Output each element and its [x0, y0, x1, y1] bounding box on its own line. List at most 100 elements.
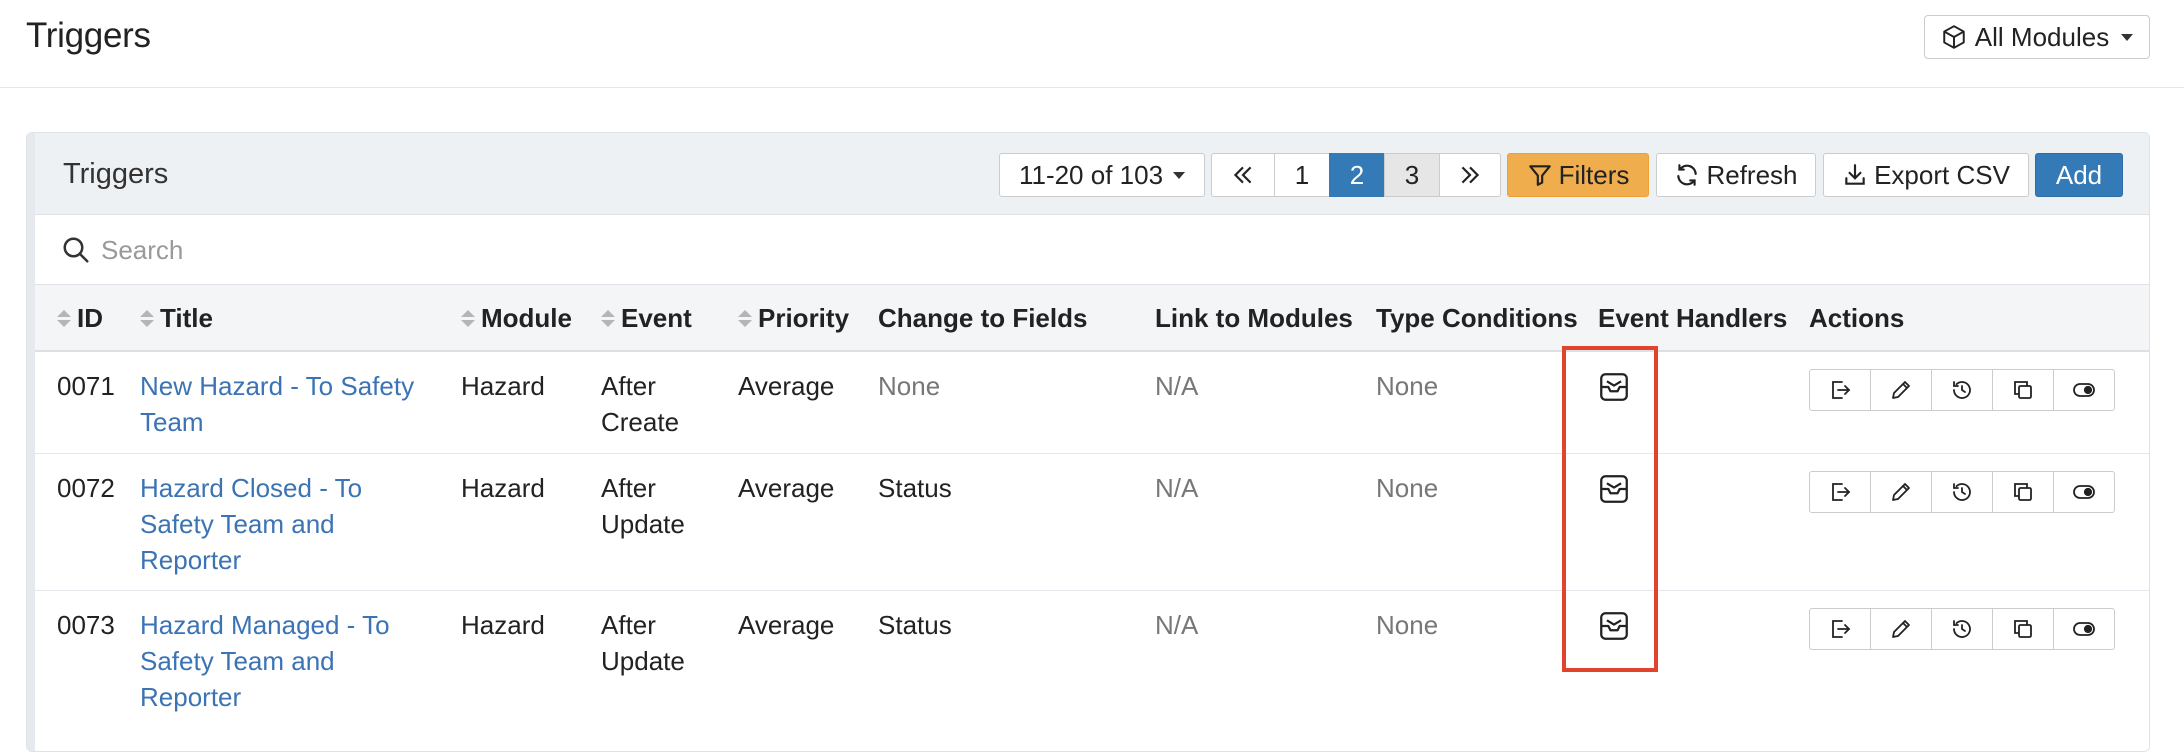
- all-modules-label: All Modules: [1974, 21, 2110, 52]
- cell-type-conditions: None: [1376, 371, 1439, 401]
- duplicate-button[interactable]: [1992, 471, 2054, 513]
- sign-out-icon: [1832, 483, 1851, 501]
- title-line: Reporter: [140, 545, 242, 575]
- cell-priority: Average: [738, 610, 835, 640]
- toggle-button[interactable]: [2053, 369, 2115, 411]
- sort-icon: [140, 310, 154, 327]
- add-button[interactable]: Add: [2035, 153, 2123, 197]
- column-header-title[interactable]: Title: [140, 285, 213, 352]
- column-header-id-label: ID: [77, 303, 103, 333]
- sort-icon: [57, 310, 71, 327]
- history-button[interactable]: [1931, 471, 1993, 513]
- row-actions: [1809, 369, 2115, 411]
- event-line: After: [601, 610, 656, 640]
- cell-type-conditions: None: [1376, 473, 1439, 503]
- page-1-button[interactable]: 1: [1274, 153, 1330, 197]
- download-icon: [1845, 164, 1865, 185]
- copy-icon: [2014, 381, 2032, 399]
- refresh-label: Refresh: [1706, 159, 1798, 190]
- search-input[interactable]: [99, 229, 903, 271]
- cell-id: 0073: [57, 610, 115, 640]
- duplicate-button[interactable]: [1992, 369, 2054, 411]
- last-page-button[interactable]: [1439, 153, 1501, 197]
- column-header-type-conditions: Type Conditions: [1376, 303, 1578, 333]
- event-line: Update: [601, 646, 685, 676]
- filter-icon: [1528, 165, 1551, 186]
- history-button[interactable]: [1931, 369, 1993, 411]
- history-button[interactable]: [1931, 608, 1993, 650]
- execute-button[interactable]: [1809, 471, 1871, 513]
- toggle-button[interactable]: [2053, 608, 2115, 650]
- execute-button[interactable]: [1809, 608, 1871, 650]
- email-handler-icon[interactable]: [1597, 609, 1631, 643]
- column-header-event-handlers: Event Handlers: [1598, 303, 1788, 333]
- double-chevron-right-icon: [1461, 166, 1480, 184]
- title-line: Hazard Closed - To: [140, 473, 363, 503]
- double-chevron-left-icon: [1233, 166, 1252, 184]
- cell-id: 0072: [57, 473, 115, 503]
- row-actions: [1809, 608, 2115, 650]
- edit-button[interactable]: [1870, 608, 1932, 650]
- column-header-id[interactable]: ID: [57, 285, 103, 352]
- page-header: Triggers All Modules: [0, 0, 2184, 88]
- cell-type-conditions: None: [1376, 610, 1439, 640]
- caret-down-icon: [2121, 33, 2134, 41]
- title-line: New Hazard - To Safety: [140, 371, 415, 401]
- title-line: Reporter: [140, 682, 242, 712]
- email-handler-icon[interactable]: [1597, 370, 1631, 404]
- search-row: [35, 215, 2149, 285]
- trigger-title-link[interactable]: Hazard Managed - To Safety Team and Repo…: [140, 607, 390, 715]
- duplicate-button[interactable]: [1992, 608, 2054, 650]
- refresh-button[interactable]: Refresh: [1656, 153, 1816, 197]
- filters-button[interactable]: Filters: [1507, 153, 1649, 197]
- column-header-priority[interactable]: Priority: [738, 285, 849, 352]
- edit-button[interactable]: [1870, 471, 1932, 513]
- first-page-button[interactable]: [1211, 153, 1275, 197]
- cell-module: Hazard: [461, 371, 545, 401]
- table-row: 0073 Hazard Managed - To Safety Team and…: [35, 591, 2149, 751]
- page-title: Triggers: [26, 16, 151, 55]
- cell-priority: Average: [738, 371, 835, 401]
- title-line: Hazard Managed - To: [140, 610, 390, 640]
- copy-icon: [2014, 483, 2032, 501]
- pencil-icon: [1892, 381, 1910, 399]
- title-line: Safety Team and: [140, 646, 335, 676]
- cell-event: After Update: [601, 470, 685, 542]
- column-header-module-label: Module: [481, 303, 572, 333]
- panel-left-bar: [27, 133, 35, 751]
- column-header-actions: Actions: [1809, 303, 1905, 333]
- column-header-event[interactable]: Event: [601, 285, 692, 352]
- toggle-icon: [2073, 622, 2095, 636]
- page-3-button[interactable]: 3: [1384, 153, 1440, 197]
- toggle-icon: [2073, 485, 2095, 499]
- cell-change-fields: Status: [878, 473, 952, 503]
- cell-id: 0071: [57, 371, 115, 401]
- trigger-title-link[interactable]: Hazard Closed - To Safety Team and Repor…: [140, 470, 362, 578]
- cube-icon: [1943, 25, 1965, 49]
- edit-button[interactable]: [1870, 369, 1932, 411]
- triggers-panel: Triggers 11-20 of 103 1 2 3 Filters Refr…: [26, 132, 2150, 752]
- export-csv-button[interactable]: Export CSV: [1823, 153, 2029, 197]
- column-header-module[interactable]: Module: [461, 285, 572, 352]
- cell-link-modules: N/A: [1155, 610, 1199, 640]
- page-range-dropdown[interactable]: 11-20 of 103: [999, 153, 1205, 197]
- trigger-title-link[interactable]: New Hazard - To Safety Team: [140, 368, 414, 440]
- title-line: Team: [140, 407, 204, 437]
- copy-icon: [2014, 620, 2032, 638]
- execute-button[interactable]: [1809, 369, 1871, 411]
- page-2-button[interactable]: 2: [1329, 153, 1385, 197]
- panel-title: Triggers: [63, 158, 169, 190]
- refresh-icon: [1677, 164, 1698, 186]
- table-row: 0072 Hazard Closed - To Safety Team and …: [35, 454, 2149, 591]
- event-line: Update: [601, 509, 685, 539]
- cell-link-modules: N/A: [1155, 473, 1199, 503]
- event-line: After: [601, 371, 656, 401]
- email-handler-icon[interactable]: [1597, 472, 1631, 506]
- history-icon: [1953, 381, 1971, 399]
- caret-down-icon: [1173, 171, 1186, 179]
- panel-header: Triggers 11-20 of 103 1 2 3 Filters Refr…: [27, 133, 2149, 215]
- column-header-event-label: Event: [621, 303, 692, 333]
- toggle-button[interactable]: [2053, 471, 2115, 513]
- all-modules-dropdown[interactable]: All Modules: [1924, 15, 2150, 59]
- sort-icon: [738, 310, 752, 327]
